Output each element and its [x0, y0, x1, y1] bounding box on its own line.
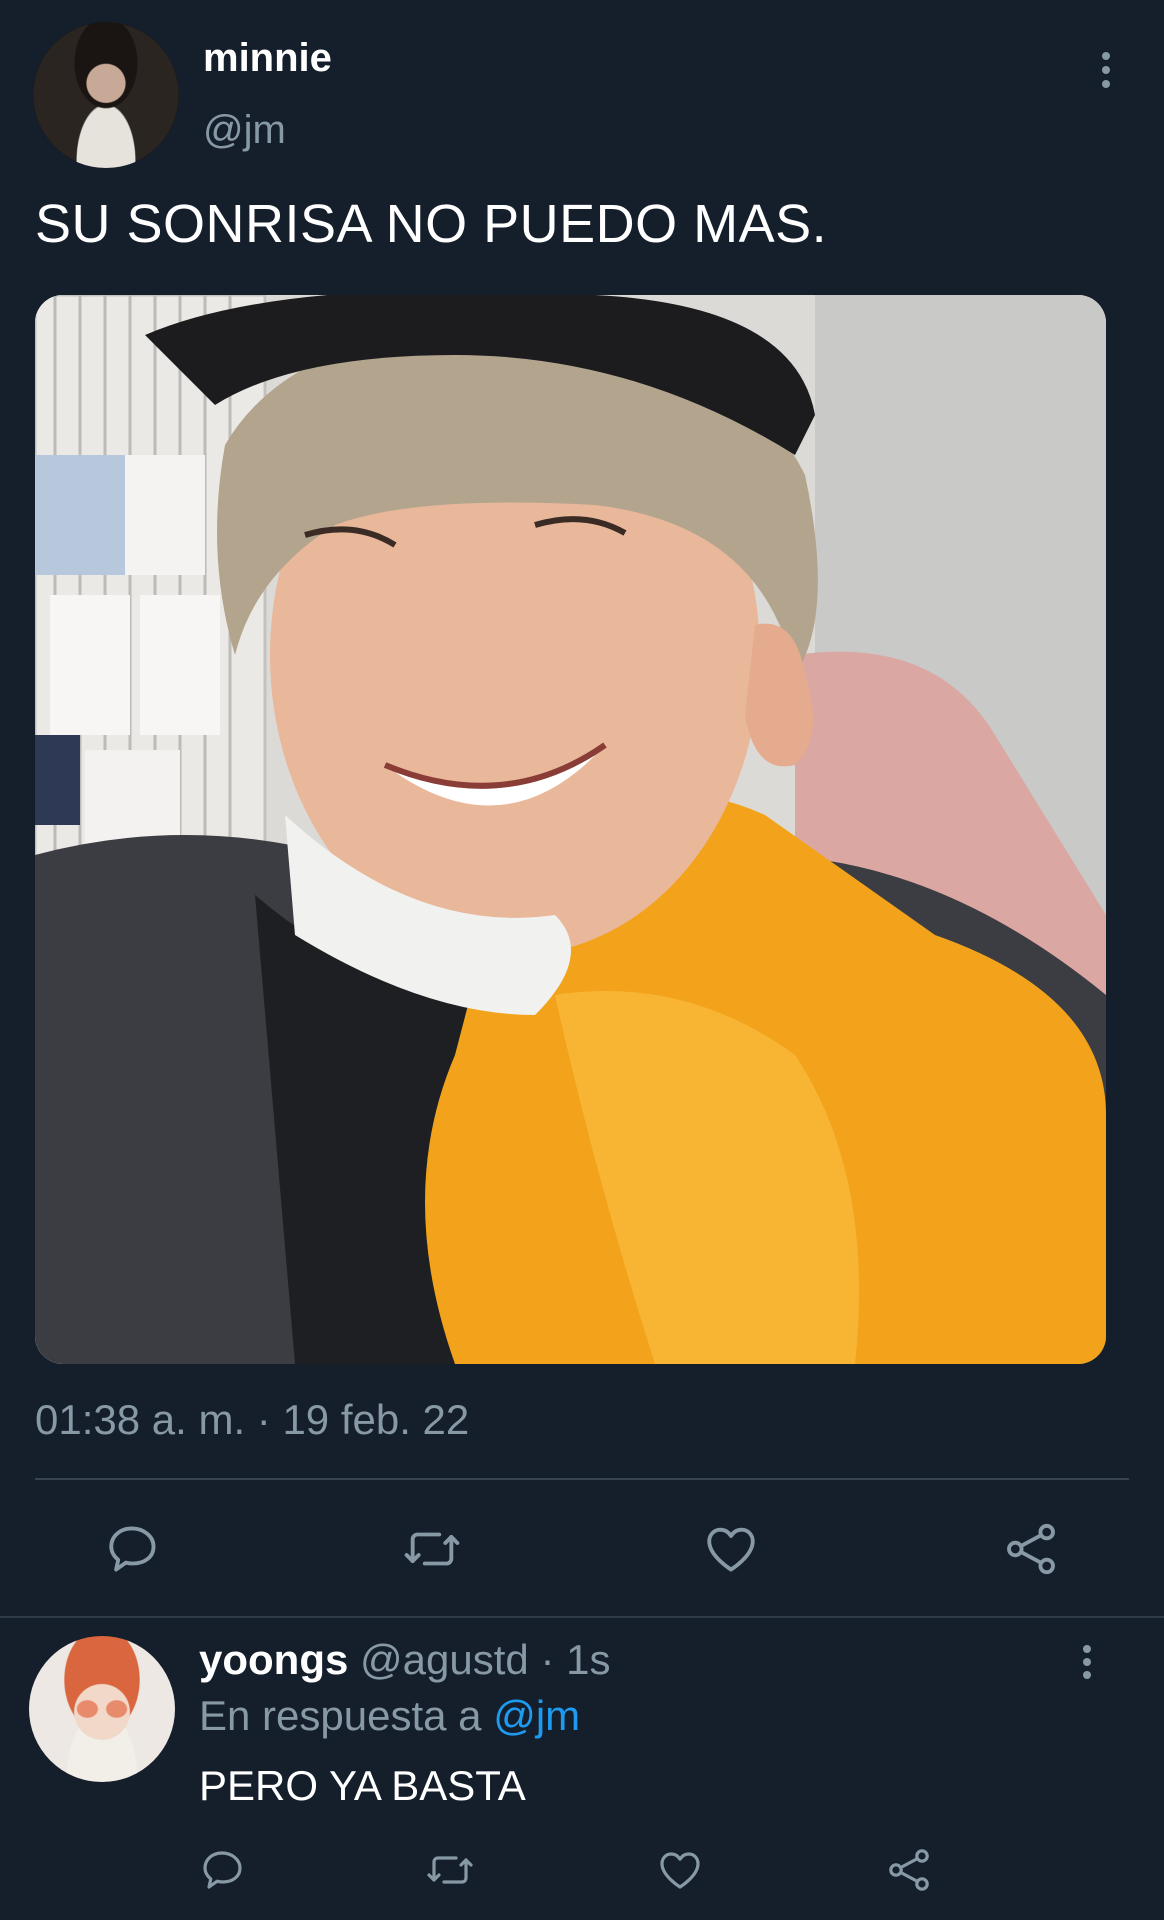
separator-dot: ·	[540, 1636, 555, 1683]
reply-text: PERO YA BASTA	[199, 1762, 526, 1809]
reply-author-avatar[interactable]	[29, 1636, 175, 1782]
replying-to-label: En respuesta a	[199, 1692, 482, 1739]
tweet-text: SU SONRISA NO PUEDO MAS.	[35, 194, 828, 254]
tweet-timestamp: 01:38 a. m. · 19 feb. 22	[35, 1396, 470, 1443]
more-options-icon[interactable]	[1100, 52, 1112, 88]
heart-icon[interactable]	[656, 1846, 704, 1894]
share-icon[interactable]	[1002, 1520, 1060, 1578]
reply-author-name[interactable]: yoongs	[199, 1636, 348, 1683]
comment-icon[interactable]	[199, 1846, 247, 1894]
heart-icon[interactable]	[702, 1520, 760, 1578]
comment-icon[interactable]	[104, 1520, 162, 1578]
share-icon[interactable]	[885, 1846, 933, 1894]
reply-header: yoongs @agustd · 1s	[199, 1636, 610, 1684]
tweet-photo[interactable]	[35, 295, 1106, 1364]
replying-to: En respuesta a @jm	[199, 1692, 580, 1740]
author-handle[interactable]: @jm	[203, 108, 286, 153]
reply-time: 1s	[566, 1636, 611, 1683]
replying-to-handle[interactable]: @jm	[493, 1692, 580, 1739]
retweet-icon[interactable]	[403, 1520, 461, 1578]
author-avatar[interactable]	[33, 22, 179, 168]
more-options-icon[interactable]	[1081, 1645, 1093, 1679]
author-name[interactable]: minnie	[203, 36, 332, 81]
retweet-icon[interactable]	[426, 1846, 474, 1894]
divider	[35, 1478, 1129, 1480]
divider	[0, 1616, 1164, 1618]
reply-author-handle[interactable]: @agustd	[360, 1636, 529, 1683]
